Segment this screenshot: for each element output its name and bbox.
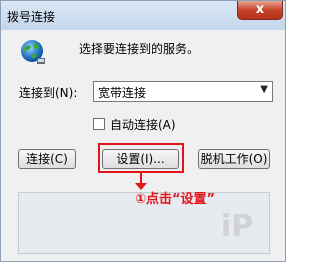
chevron-down-icon: ▼: [260, 84, 268, 95]
settings-highlight-box: [98, 143, 184, 173]
window-title: 拨号连接: [7, 10, 56, 24]
title-bar[interactable]: 拨号连接 x: [1, 1, 285, 30]
header-instruction: 选择要连接到的服务。: [79, 42, 200, 56]
connection-select[interactable]: 宽带连接 ▼: [93, 81, 273, 102]
globe-network-icon: [21, 40, 45, 64]
connection-select-value: 宽带连接: [98, 86, 147, 100]
work-offline-button[interactable]: 脱机工作(O): [198, 149, 270, 169]
connect-to-label: 连接到(N):: [19, 86, 78, 100]
close-button[interactable]: x: [237, 1, 283, 20]
auto-connect-label[interactable]: 自动连接(A): [110, 116, 176, 133]
auto-connect-checkbox[interactable]: [93, 118, 105, 130]
close-icon: x: [255, 2, 265, 17]
connect-button[interactable]: 连接(C): [18, 149, 76, 169]
dialup-dialog: 拨号连接 x 选择要连接到的服务。 连接到(N): 宽带连接 ▼ 自动连接(A)…: [0, 0, 286, 262]
annotation-text: ①点击“设置”: [135, 192, 216, 207]
